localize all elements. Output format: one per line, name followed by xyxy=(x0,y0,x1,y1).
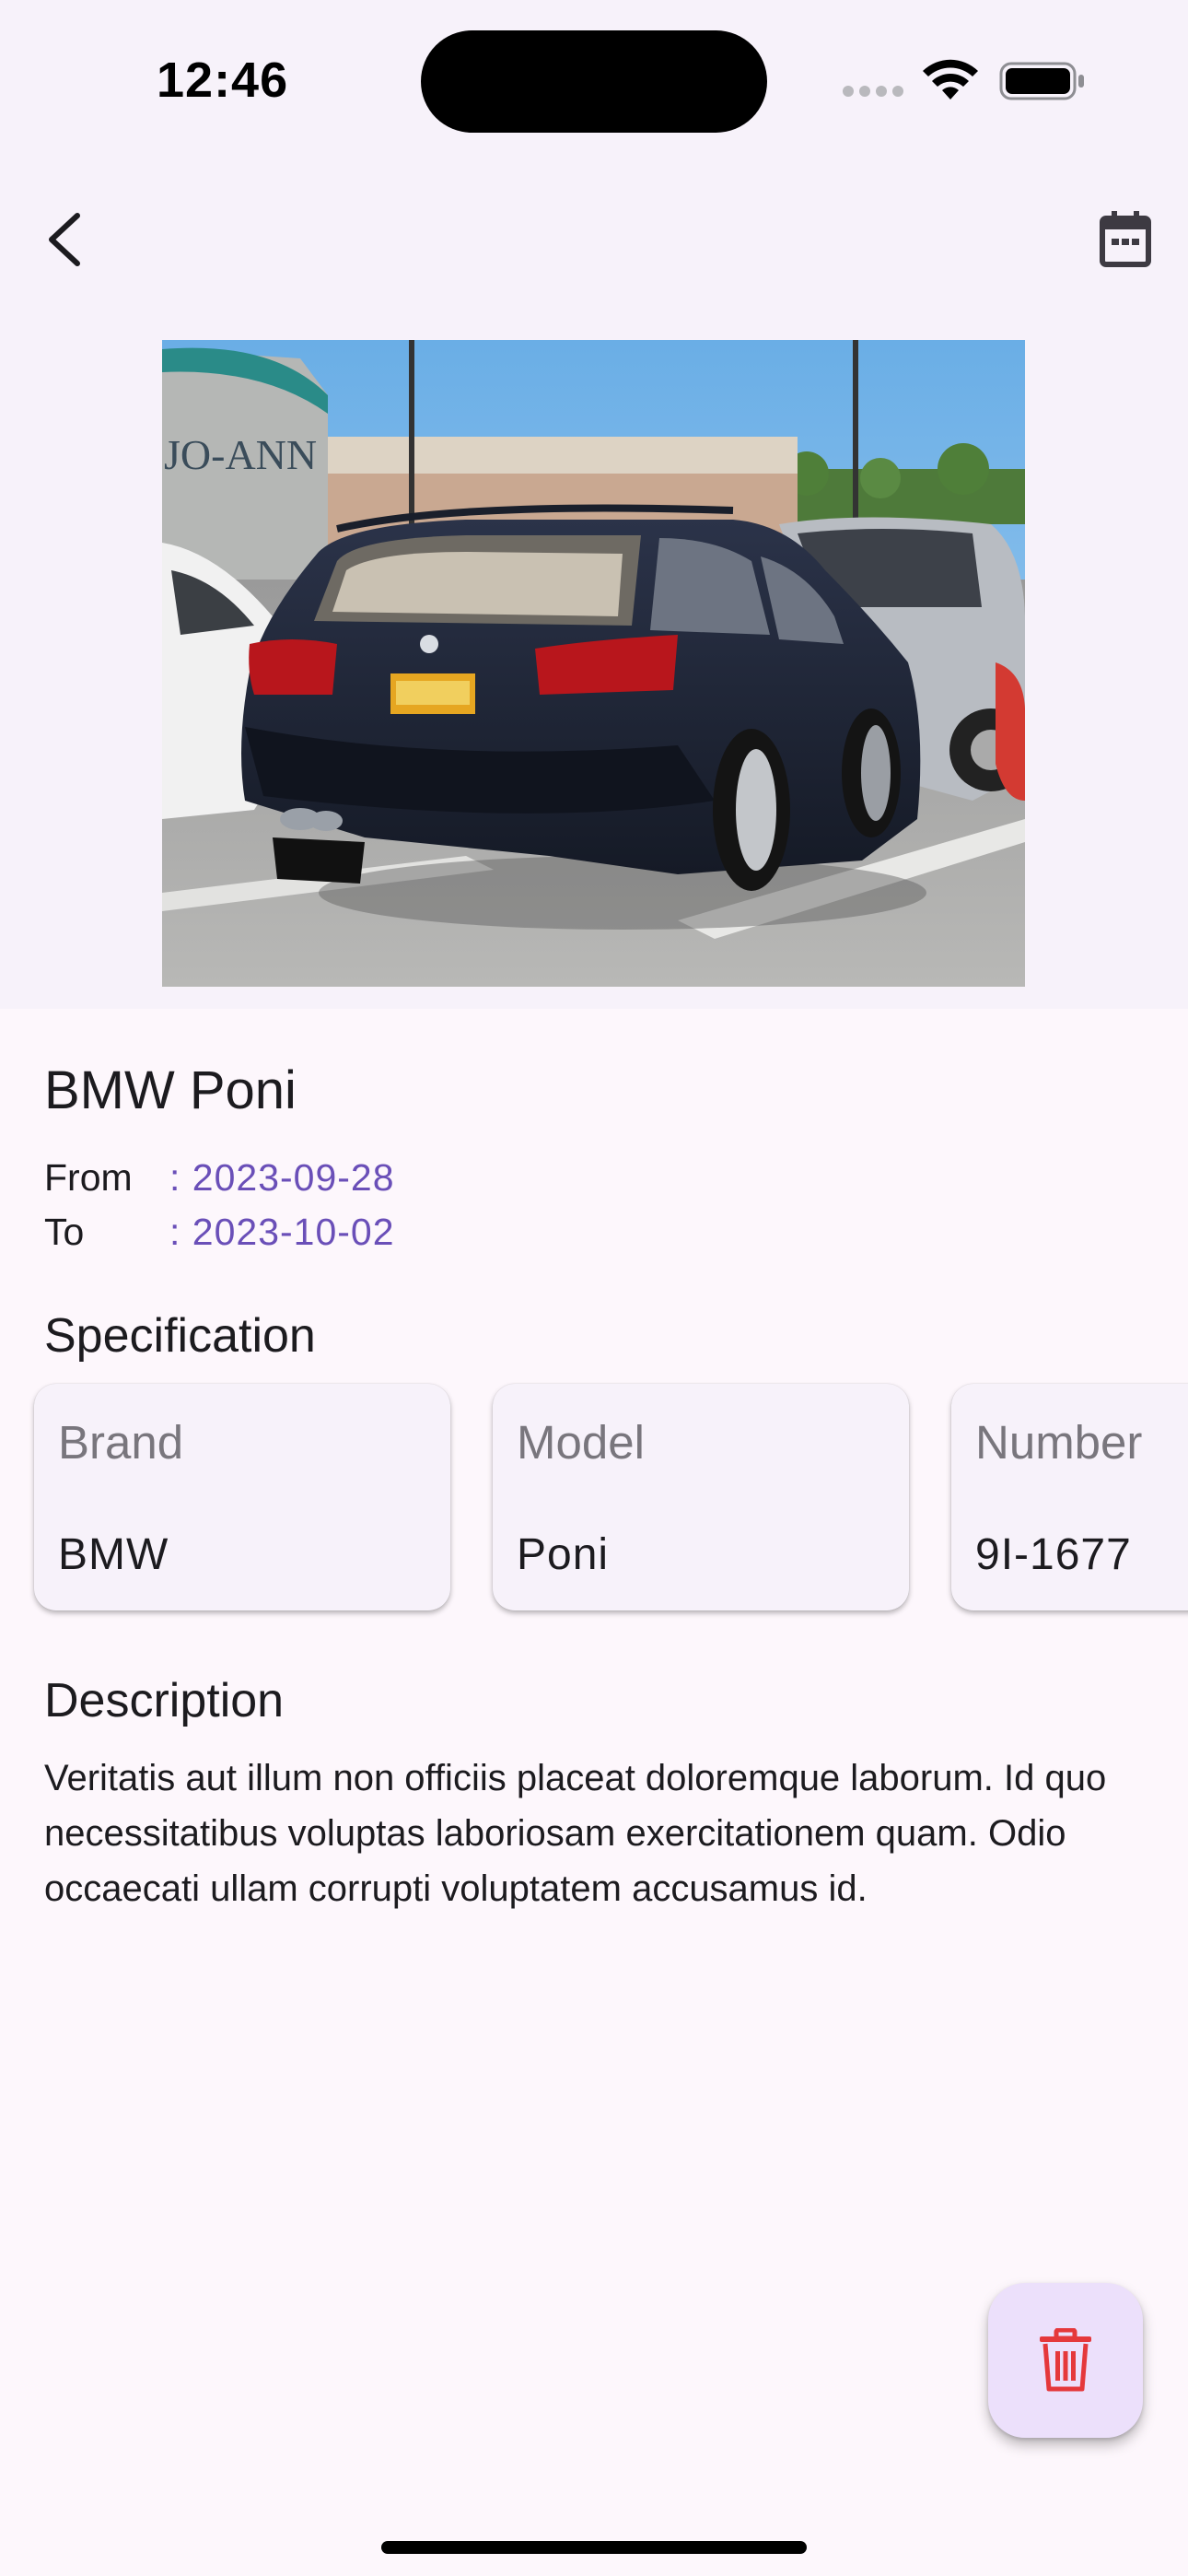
specification-title: Specification xyxy=(44,1309,316,1363)
app-bar xyxy=(0,161,1188,318)
from-date-row: From : 2023-09-28 xyxy=(44,1156,395,1200)
spec-label: Number xyxy=(975,1416,1143,1469)
chevron-left-icon xyxy=(49,213,80,266)
to-date-value: : 2023-10-02 xyxy=(169,1211,395,1253)
spec-value: BMW xyxy=(58,1530,169,1579)
to-label: To xyxy=(44,1211,85,1253)
battery-icon xyxy=(999,62,1084,100)
calendar-button[interactable] xyxy=(1089,203,1162,276)
from-date-value: : 2023-09-28 xyxy=(169,1156,395,1199)
home-indicator[interactable] xyxy=(381,2541,807,2554)
screen: 12:46 JO-ANN BMW Poni From: 2023-09-28 … xyxy=(0,0,1188,2576)
spec-value: 9I-1677 xyxy=(975,1530,1132,1579)
calendar-icon xyxy=(1100,211,1151,267)
spec-label: Brand xyxy=(58,1416,184,1469)
dynamic-island xyxy=(421,30,767,133)
hero-section: JO-ANN xyxy=(0,318,1188,1009)
spec-card-number: Number 9I-1677 xyxy=(951,1384,1188,1610)
car-photo: JO-ANN xyxy=(162,340,1025,987)
car-title: BMW Poni xyxy=(44,1060,297,1120)
from-label: From xyxy=(44,1156,133,1199)
description-title: Description xyxy=(44,1674,285,1727)
spec-label: Model xyxy=(517,1416,645,1469)
trash-icon xyxy=(1040,2328,1091,2392)
cellular-signal-icon xyxy=(843,86,903,99)
status-time: 12:46 xyxy=(157,53,289,108)
wifi-icon xyxy=(923,59,978,100)
spec-card-brand: Brand BMW xyxy=(34,1384,450,1610)
back-button[interactable] xyxy=(28,203,101,276)
delete-button[interactable] xyxy=(988,2283,1143,2438)
store-sign-text: JO-ANN xyxy=(164,431,317,478)
spec-value: Poni xyxy=(517,1530,610,1579)
description-text: Veritatis aut illum non officiis placeat… xyxy=(44,1758,1107,1909)
spec-card-model: Model Poni xyxy=(493,1384,909,1610)
status-bar: 12:46 xyxy=(0,0,1188,161)
specification-list[interactable]: Brand BMW Model Poni Number 9I-1677 xyxy=(0,1382,1188,1622)
to-date-row: To : 2023-10-02 xyxy=(44,1211,395,1254)
